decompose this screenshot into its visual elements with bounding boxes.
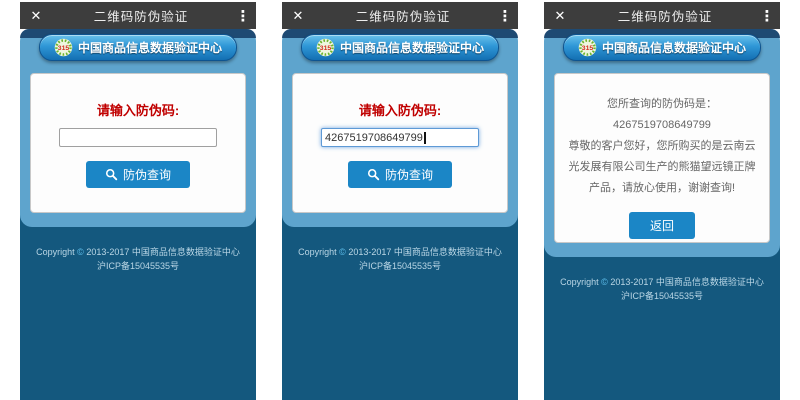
more-menu-icon[interactable]: ⋮ <box>492 7 518 25</box>
webpage: 315 中国商品信息数据验证中心 请输入防伪码: 426751970864979… <box>282 29 518 400</box>
text-caret <box>424 132 426 144</box>
phone-panel-empty-form: ✕ 二维码防伪验证 ⋮ 315 中国商品信息数据验证中心 请输入防伪码: <box>20 2 256 400</box>
code-input[interactable]: 4267519708649799 <box>321 128 479 147</box>
315-logo-text: 315 <box>58 45 70 52</box>
page-title: 二维码防伪验证 <box>314 6 492 25</box>
copyright-text: Copyright © 2013-2017 中国商品信息数据验证中心 沪ICP备… <box>282 245 518 273</box>
page-title: 二维码防伪验证 <box>52 6 230 25</box>
search-icon <box>367 168 380 181</box>
315-logo-text: 315 <box>320 45 332 52</box>
back-button[interactable]: 返回 <box>629 212 695 239</box>
footer-band: Copyright © 2013-2017 中国商品信息数据验证中心 沪ICP备… <box>20 213 256 400</box>
copyright-owner: 2013-2017 中国商品信息数据验证中心 <box>86 247 240 257</box>
close-icon[interactable]: ✕ <box>544 8 576 24</box>
close-icon[interactable]: ✕ <box>282 8 314 24</box>
site-banner: 315 中国商品信息数据验证中心 <box>39 34 237 61</box>
footer-band: Copyright © 2013-2017 中国商品信息数据验证中心 沪ICP备… <box>544 243 780 400</box>
browser-titlebar: ✕ 二维码防伪验证 ⋮ <box>282 2 518 29</box>
site-banner: 315 中国商品信息数据验证中心 <box>563 34 761 61</box>
copyright-text: Copyright © 2013-2017 中国商品信息数据验证中心 沪ICP备… <box>544 275 780 303</box>
result-card: 您所查询的防伪码是： 4267519708649799 尊敬的客户您好，您所购买… <box>554 73 770 243</box>
copyright-text: Copyright © 2013-2017 中国商品信息数据验证中心 沪ICP备… <box>20 245 256 273</box>
query-button[interactable]: 防伪查询 <box>86 161 190 188</box>
site-banner-title: 中国商品信息数据验证中心 <box>602 39 746 56</box>
screenshot-strip: ✕ 二维码防伪验证 ⋮ 315 中国商品信息数据验证中心 请输入防伪码: <box>0 0 800 400</box>
browser-titlebar: ✕ 二维码防伪验证 ⋮ <box>544 2 780 29</box>
query-card: 请输入防伪码: 4267519708649799 防伪查询 <box>292 73 508 213</box>
copyright-owner: 2013-2017 中国商品信息数据验证中心 <box>348 247 502 257</box>
query-card: 请输入防伪码: 防伪查询 <box>30 73 246 213</box>
copyright-prefix: Copyright <box>560 277 599 287</box>
webpage: 315 中国商品信息数据验证中心 请输入防伪码: 防伪查询 <box>20 29 256 400</box>
verification-widget: 315 中国商品信息数据验证中心 您所查询的防伪码是： 426751970864… <box>544 29 780 257</box>
query-button-label: 防伪查询 <box>123 166 171 183</box>
icp-number: 沪ICP备15045535号 <box>359 261 441 271</box>
site-banner-title: 中国商品信息数据验证中心 <box>340 39 484 56</box>
phone-panel-filled-form: ✕ 二维码防伪验证 ⋮ 315 中国商品信息数据验证中心 请输入防伪码: 426… <box>282 2 518 400</box>
icp-number: 沪ICP备15045535号 <box>97 261 179 271</box>
result-body: 尊敬的客户您好，您所购买的是云南云光发展有限公司生产的熊猫望远镜正牌产品，请放心… <box>569 140 756 194</box>
copyright-prefix: Copyright <box>36 247 75 257</box>
code-input-value: 4267519708649799 <box>325 132 423 144</box>
315-logo-text: 315 <box>582 45 594 52</box>
search-icon <box>105 168 118 181</box>
315-logo-icon: 315 <box>316 38 335 57</box>
copyright-owner: 2013-2017 中国商品信息数据验证中心 <box>610 277 764 287</box>
copyright-prefix: Copyright <box>298 247 337 257</box>
footer-band: Copyright © 2013-2017 中国商品信息数据验证中心 沪ICP备… <box>282 213 518 400</box>
copyright-symbol-icon: © <box>601 277 608 287</box>
phone-panel-result: ✕ 二维码防伪验证 ⋮ 315 中国商品信息数据验证中心 您所查询的防伪码是： … <box>544 2 780 400</box>
site-banner: 315 中国商品信息数据验证中心 <box>301 34 499 61</box>
code-prompt-label: 请输入防伪码: <box>359 100 441 119</box>
query-button[interactable]: 防伪查询 <box>348 161 452 188</box>
webpage: 315 中国商品信息数据验证中心 您所查询的防伪码是： 426751970864… <box>544 29 780 400</box>
code-prompt-label: 请输入防伪码: <box>97 100 179 119</box>
verification-widget: 315 中国商品信息数据验证中心 请输入防伪码: 426751970864979… <box>282 29 518 227</box>
icp-number: 沪ICP备15045535号 <box>621 291 703 301</box>
result-code-line: 您所查询的防伪码是： 4267519708649799 <box>568 94 756 136</box>
back-button-label: 返回 <box>650 217 674 234</box>
site-banner-title: 中国商品信息数据验证中心 <box>78 39 222 56</box>
verification-widget: 315 中国商品信息数据验证中心 请输入防伪码: 防伪查询 <box>20 29 256 227</box>
page-title: 二维码防伪验证 <box>576 6 754 25</box>
code-input[interactable] <box>59 128 217 147</box>
more-menu-icon[interactable]: ⋮ <box>230 7 256 25</box>
315-logo-icon: 315 <box>578 38 597 57</box>
verification-result-text: 您所查询的防伪码是： 4267519708649799 尊敬的客户您好，您所购买… <box>555 94 769 199</box>
copyright-symbol-icon: © <box>339 247 346 257</box>
query-button-label: 防伪查询 <box>385 166 433 183</box>
more-menu-icon[interactable]: ⋮ <box>754 7 780 25</box>
close-icon[interactable]: ✕ <box>20 8 52 24</box>
315-logo-icon: 315 <box>54 38 73 57</box>
copyright-symbol-icon: © <box>77 247 84 257</box>
browser-titlebar: ✕ 二维码防伪验证 ⋮ <box>20 2 256 29</box>
